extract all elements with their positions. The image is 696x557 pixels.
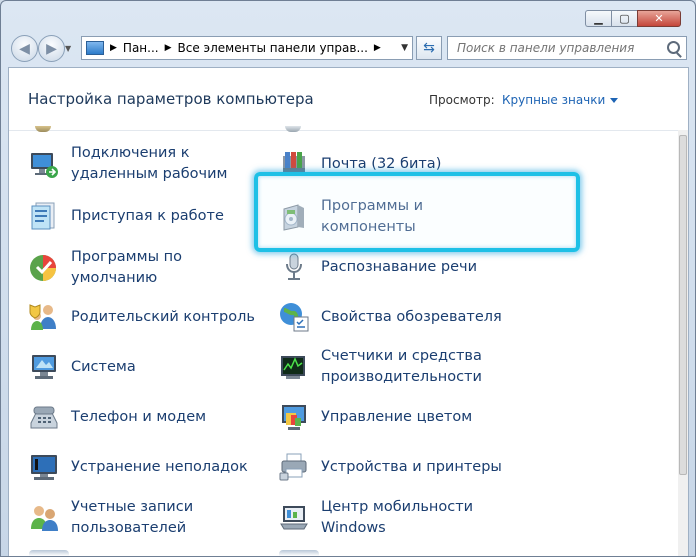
breadcrumb-all-items[interactable]: Все элементы панели управ... bbox=[178, 41, 368, 55]
chevron-right-icon[interactable]: ▶ bbox=[110, 43, 117, 53]
partial-item-icon bbox=[35, 126, 51, 132]
back-button[interactable]: ◀ bbox=[11, 35, 38, 62]
cp-item-programs-features[interactable]: Программы и компоненты bbox=[278, 195, 423, 239]
cp-item-label[interactable]: Счетчики и средства производительности bbox=[321, 346, 482, 388]
chevron-down-icon[interactable] bbox=[610, 98, 619, 103]
content-pane: Настройка параметров компьютера Просмотр… bbox=[8, 67, 689, 556]
phone-modem-icon bbox=[30, 406, 58, 429]
breadcrumb-control-panel[interactable]: Пан... bbox=[123, 41, 159, 55]
cp-item-label[interactable]: Свойства обозревателя bbox=[321, 307, 502, 328]
cp-item-label[interactable]: Управление цветом bbox=[321, 407, 472, 428]
search-input[interactable] bbox=[455, 40, 669, 56]
internet-options-icon bbox=[280, 303, 309, 332]
cp-item-label[interactable]: Устройства и принтеры bbox=[321, 457, 502, 478]
cp-item-speech-recognition[interactable]: Распознавание речи bbox=[278, 245, 477, 289]
content-header: Настройка параметров компьютера Просмотр… bbox=[9, 68, 688, 131]
system-icon bbox=[32, 355, 56, 379]
chevron-right-icon[interactable]: ▶ bbox=[374, 43, 381, 53]
search-box[interactable] bbox=[447, 36, 687, 60]
cp-item-getting-started[interactable]: Приступая к работе bbox=[28, 194, 224, 238]
cp-item-system[interactable]: Система bbox=[28, 345, 136, 389]
vertical-scrollbar[interactable] bbox=[678, 130, 688, 556]
view-mode-dropdown[interactable]: Крупные значки bbox=[502, 93, 619, 107]
remote-desktop-icon bbox=[31, 153, 58, 178]
cp-item-label[interactable]: Подключения к удаленным рабочим bbox=[71, 143, 227, 185]
refresh-button[interactable]: ⇆ bbox=[416, 36, 442, 60]
getting-started-icon bbox=[31, 202, 55, 230]
recent-pages-dropdown[interactable]: ▼ bbox=[65, 44, 71, 53]
control-panel-window: ▁ ▢ ✕ ◀ ▶ ▼ ▶ Пан... ▶ Все элементы пане… bbox=[0, 0, 696, 557]
control-panel-icon bbox=[86, 41, 104, 55]
troubleshooting-icon bbox=[31, 455, 57, 480]
partial-item-icon bbox=[29, 550, 69, 556]
cp-item-label[interactable]: Центр мобильности Windows bbox=[321, 497, 473, 539]
cp-item-label[interactable]: Распознавание речи bbox=[321, 257, 477, 278]
partial-item-icon bbox=[285, 126, 301, 132]
caption-buttons: ▁ ▢ ✕ bbox=[585, 10, 681, 27]
cp-item-label[interactable]: Система bbox=[71, 357, 136, 378]
devices-printers-icon bbox=[279, 453, 307, 481]
cp-item-label[interactable]: Устранение неполадок bbox=[71, 457, 248, 478]
cp-item-phone-modem[interactable]: Телефон и модем bbox=[28, 395, 206, 439]
cp-item-label[interactable]: Приступая к работе bbox=[71, 206, 224, 227]
cp-item-mobility-center[interactable]: Центр мобильности Windows bbox=[278, 496, 473, 540]
view-label: Просмотр: bbox=[429, 93, 495, 107]
cp-item-parental-controls[interactable]: Родительский контроль bbox=[28, 295, 255, 339]
cp-item-performance[interactable]: Счетчики и средства производительности bbox=[278, 345, 482, 389]
cp-item-label[interactable]: Учетные записи пользователей bbox=[71, 497, 193, 539]
address-dropdown-icon[interactable]: ▼ bbox=[401, 43, 408, 53]
scrollbar-thumb[interactable] bbox=[679, 135, 687, 475]
maximize-button[interactable]: ▢ bbox=[611, 10, 637, 27]
minimize-button[interactable]: ▁ bbox=[585, 10, 611, 27]
cp-item-label[interactable]: Родительский контроль bbox=[71, 307, 255, 328]
user-accounts-icon bbox=[31, 506, 58, 531]
page-title: Настройка параметров компьютера bbox=[28, 90, 314, 108]
mail-icon bbox=[283, 152, 305, 175]
forward-button[interactable]: ▶ bbox=[38, 35, 65, 62]
parental-controls-icon bbox=[29, 304, 56, 330]
cp-item-internet-options[interactable]: Свойства обозревателя bbox=[278, 295, 502, 339]
cp-item-color-management[interactable]: Управление цветом bbox=[278, 395, 472, 439]
partial-item-icon bbox=[279, 550, 319, 556]
mobility-center-icon bbox=[280, 506, 308, 530]
cp-item-label[interactable]: Программы по умолчанию bbox=[71, 247, 182, 289]
speech-recognition-icon bbox=[286, 253, 302, 280]
cp-item-mail[interactable]: Почта (32 бита) bbox=[278, 142, 441, 186]
cp-item-label[interactable]: Программы и компоненты bbox=[321, 196, 423, 238]
close-button[interactable]: ✕ bbox=[637, 10, 681, 27]
performance-icon bbox=[281, 356, 305, 379]
cp-item-remote-desktop[interactable]: Подключения к удаленным рабочим bbox=[28, 142, 227, 186]
cp-item-default-programs[interactable]: Программы по умолчанию bbox=[28, 246, 182, 290]
cp-item-troubleshooting[interactable]: Устранение неполадок bbox=[28, 445, 248, 489]
cp-item-label[interactable]: Телефон и модем bbox=[71, 407, 206, 428]
cp-item-devices-printers[interactable]: Устройства и принтеры bbox=[278, 445, 502, 489]
programs-features-icon bbox=[283, 204, 304, 231]
navigation-toolbar: ◀ ▶ ▼ ▶ Пан... ▶ Все элементы панели упр… bbox=[1, 33, 695, 65]
cp-item-user-accounts[interactable]: Учетные записи пользователей bbox=[28, 496, 193, 540]
default-programs-icon bbox=[30, 255, 56, 281]
address-bar[interactable]: ▶ Пан... ▶ Все элементы панели управ... … bbox=[81, 36, 413, 60]
view-mode-value[interactable]: Крупные значки bbox=[502, 93, 605, 107]
cp-item-label[interactable]: Почта (32 бита) bbox=[321, 154, 441, 175]
color-management-icon bbox=[282, 405, 306, 430]
search-icon[interactable] bbox=[667, 41, 680, 54]
chevron-right-icon[interactable]: ▶ bbox=[165, 43, 172, 53]
